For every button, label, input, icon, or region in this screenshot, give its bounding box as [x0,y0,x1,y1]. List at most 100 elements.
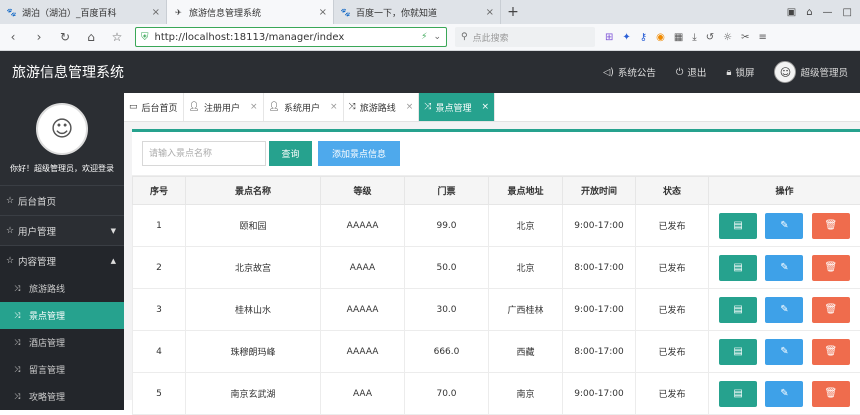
tab-scenic[interactable]: ⤨ 景点管理 × [419,93,495,121]
sidebar-item-home[interactable]: ☆ 后台首页 [0,185,124,215]
edit-button[interactable]: ✎ [765,297,803,323]
close-icon[interactable]: × [250,102,258,112]
menu-icon[interactable]: ≡ [758,32,766,43]
document-icon: ▤ [733,220,742,231]
edit-button[interactable]: ✎ [765,255,803,281]
minimize-icon[interactable]: — [823,7,833,18]
view-button[interactable]: ▤ [719,381,757,407]
home-icon[interactable]: ⌂ [78,30,104,44]
grid-icon[interactable]: ▦ [674,32,683,43]
scenic-table: 序号 景点名称 等级 门票 景点地址 开放时间 状态 操作 1颐和园AAAAA9… [132,176,860,415]
column-header: 状态 [636,177,709,205]
browser-search-box[interactable]: ⚲ 点此搜索 [455,27,595,47]
logout-link[interactable]: ⏻ 退出 [676,65,707,79]
browser-tab-title: 百度一下，你就知道 [356,6,486,19]
address-bar[interactable]: ⛨ http://localhost:18113/manager/index ⚡… [135,27,447,47]
sidebar-item-content[interactable]: ☆ 内容管理 ▲ [0,245,124,275]
trash-icon: 🗑︎ [824,220,837,231]
close-icon[interactable]: × [486,7,494,18]
view-button[interactable]: ▤ [719,213,757,239]
add-scenic-button[interactable]: 添加景点信息 [318,141,400,166]
brightness-icon[interactable]: ☼ [723,32,732,43]
table-row: 5南京玄武湖AAA70.0南京9:00-17:00已发布▤✎🗑︎ [133,373,860,415]
query-button[interactable]: 查询 [269,141,312,166]
undo-icon[interactable]: ↺ [706,32,714,43]
key-icon[interactable]: ⚷ [640,32,647,43]
tab-routes[interactable]: ⤨ 旅游路线 × [344,93,420,121]
sidebar-item-label: 用户管理 [18,224,56,238]
user-icon: 👤︎ [269,102,280,112]
new-tab-button[interactable]: + [501,4,525,20]
shirt-icon[interactable]: ⌂ [806,7,812,18]
table-cell: 西藏 [489,331,563,373]
table-cell: 666.0 [405,331,489,373]
delete-button[interactable]: 🗑︎ [812,255,850,281]
table-row: 1颐和园AAAAA99.0北京9:00-17:00已发布▤✎🗑︎ [133,205,860,247]
game-icon[interactable]: ◉ [656,32,665,43]
browser-search-placeholder: 点此搜索 [473,31,509,44]
tab-label: 系统用户 [284,101,320,114]
tab-system-users[interactable]: 👤︎ 系统用户 × [264,93,344,121]
trash-icon: 🗑︎ [824,346,837,357]
table-cell: 桂林山水 [186,289,321,331]
close-icon[interactable]: × [319,7,327,18]
delete-button[interactable]: 🗑︎ [812,381,850,407]
row-actions: ▤ ✎ 🗑︎ [709,289,860,331]
forward-icon[interactable]: › [26,30,52,44]
scenic-search-input[interactable] [142,141,266,166]
tab-list-icon[interactable]: ▣ [787,7,796,18]
search-toolbar: 查询 添加景点信息 [132,132,860,176]
reload-icon[interactable]: ↻ [52,30,78,44]
route-icon: ⤨ [424,102,431,112]
view-button[interactable]: ▤ [719,297,757,323]
browser-tab[interactable]: 🐾 百度一下，你就知道 × [334,0,501,24]
maximize-icon[interactable]: □ [843,7,852,18]
delete-button[interactable]: 🗑︎ [812,339,850,365]
bookmark-star-icon[interactable]: ☆ [104,30,130,44]
edit-button[interactable]: ✎ [765,339,803,365]
route-icon: ⤨ [14,365,26,375]
close-icon[interactable]: × [406,102,414,112]
view-button[interactable]: ▤ [719,339,757,365]
tab-label: 注册用户 [204,101,240,114]
sidebar-subitem-routes[interactable]: ⤨ 旅游路线 [0,275,124,302]
chevron-down-icon[interactable]: ⌄ [433,32,441,42]
table-cell: 已发布 [636,373,709,415]
view-button[interactable]: ▤ [719,255,757,281]
window-controls: ▣ ⌂ — □ [787,7,860,18]
app-header: 旅游信息管理系统 ◁) 系统公告 ⏻ 退出 🔒︎ 锁屏 ☺ 超级管理员 [0,51,860,93]
scissors-icon[interactable]: ✂ [741,32,749,43]
back-icon[interactable]: ‹ [0,30,26,44]
user-menu[interactable]: ☺ 超级管理员 [774,61,848,83]
table-cell: 70.0 [405,373,489,415]
address-url[interactable]: http://localhost:18113/manager/index [155,32,416,43]
delete-button[interactable]: 🗑︎ [812,297,850,323]
close-icon[interactable]: × [152,7,160,18]
user-name: 超级管理员 [800,65,848,79]
tab-registered-users[interactable]: 👤︎ 注册用户 × [184,93,264,121]
download-icon[interactable]: ⤓ [692,32,696,43]
edit-button[interactable]: ✎ [765,381,803,407]
translate-icon[interactable]: ⊞ [605,32,613,43]
search-icon: ⚲ [461,32,468,42]
lightning-icon[interactable]: ⚡ [421,32,427,42]
sidebar-item-users[interactable]: ☆ 用户管理 ▼ [0,215,124,245]
lock-screen-link[interactable]: 🔒︎ 锁屏 [726,65,754,79]
system-notice-link[interactable]: ◁) 系统公告 [603,65,656,79]
browser-tab[interactable]: 🐾 湖泊（湖泊）_百度百科 × [0,0,167,24]
close-icon[interactable]: × [482,102,490,112]
browser-tab-active[interactable]: ✈ 旅游信息管理系统 × [167,0,334,24]
trash-icon: 🗑︎ [824,304,837,315]
sidebar-subitem-label: 景点管理 [29,309,65,322]
sidebar-subitem-scenic[interactable]: ⤨ 景点管理 [0,302,124,329]
delete-button[interactable]: 🗑︎ [812,213,850,239]
sidebar-item-label: 内容管理 [18,254,56,268]
tab-home[interactable]: ▭ 后台首页 [124,93,184,121]
sidebar-subitem-guides[interactable]: ⤨ 攻略管理 [0,383,124,410]
avatar: ☺ [774,61,796,83]
edit-button[interactable]: ✎ [765,213,803,239]
close-icon[interactable]: × [330,102,338,112]
sidebar-subitem-messages[interactable]: ⤨ 留言管理 [0,356,124,383]
paw-icon[interactable]: ✦ [622,32,630,43]
sidebar-subitem-hotels[interactable]: ⤨ 酒店管理 [0,329,124,356]
